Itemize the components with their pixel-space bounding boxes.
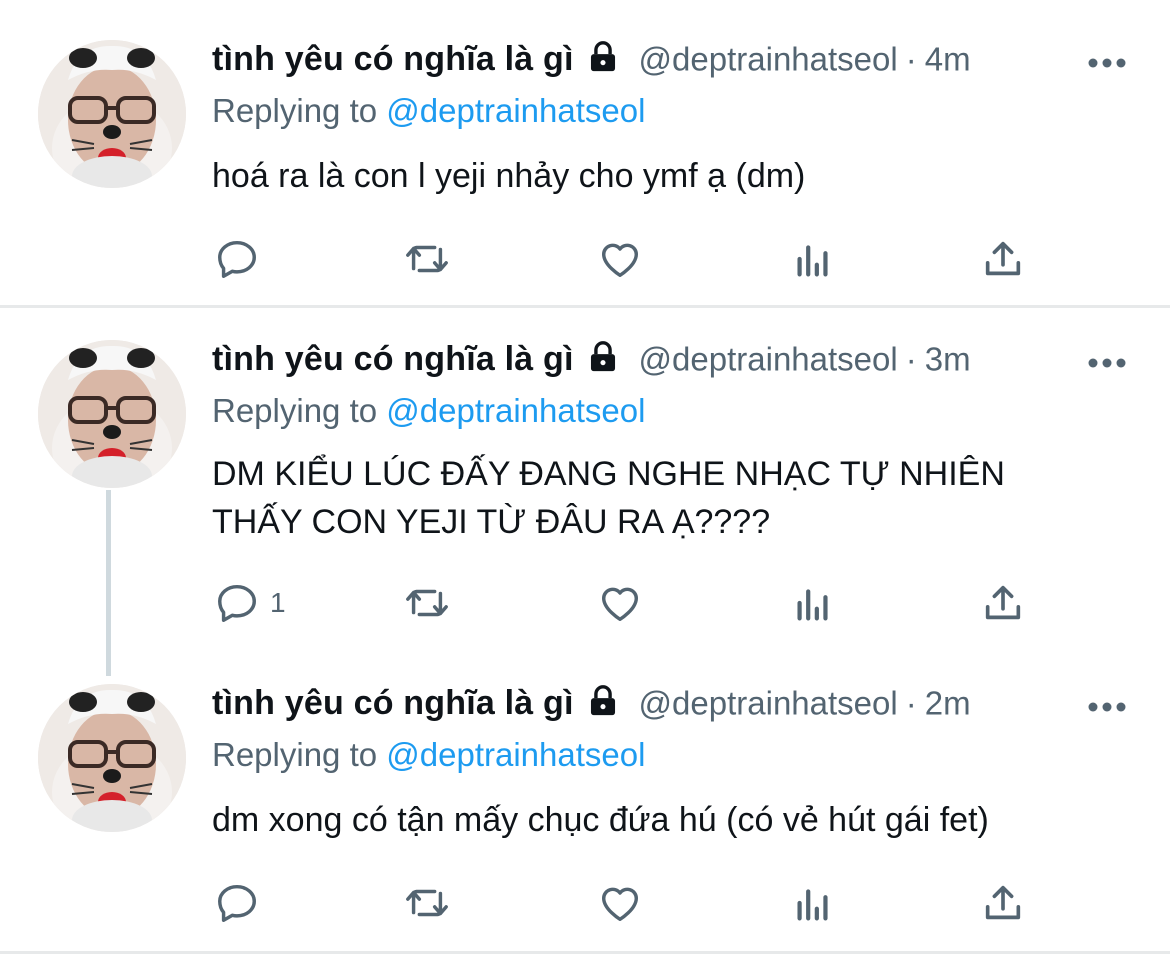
tweet-header: tình yêu có nghĩa là gì @deptrainhatseol… <box>212 40 971 84</box>
tweet-text-line: THẤY CON YEJI TỪ ĐÂU RA Ạ???? <box>212 503 771 541</box>
replying-to-link[interactable]: @deptrainhatseol <box>386 736 645 773</box>
analytics-icon <box>797 245 828 277</box>
retweet-button[interactable] <box>404 234 450 284</box>
separator: · <box>905 684 917 722</box>
replying-prefix: Replying to <box>212 392 378 429</box>
timestamp[interactable]: 3m <box>925 341 971 378</box>
tweet-1[interactable]: tình yêu có nghĩa là gì @deptrainhatseol… <box>0 0 1170 306</box>
separator: · <box>905 340 917 378</box>
share-button[interactable] <box>980 234 1026 284</box>
more-icon[interactable] <box>1087 700 1127 714</box>
separator: · <box>905 40 917 78</box>
share-icon <box>985 585 1021 620</box>
tweet-text: dm xong có tận mấy chục đứa hú (có vẻ hú… <box>212 801 989 839</box>
timestamp[interactable]: 2m <box>925 685 971 722</box>
retweet-button[interactable] <box>404 878 450 928</box>
replying-to: Replying to @deptrainhatseol <box>212 392 645 430</box>
tweet-text: DM KIỂU LÚC ĐẤY ĐANG NGHE NHẠC TỰ NHIÊN … <box>212 450 1112 546</box>
tweet-actions: 1 <box>0 578 1170 628</box>
tweet-divider <box>0 951 1170 954</box>
tweet-text: hoá ra là con l yeji nhảy cho ymf ạ (dm) <box>212 157 806 195</box>
share-icon <box>985 885 1021 920</box>
tweet-text-line: DM KIỂU LÚC ĐẤY ĐANG NGHE NHẠC TỰ NHIÊN <box>212 455 1005 493</box>
retweet-icon <box>406 245 448 273</box>
retweet-icon <box>406 889 448 917</box>
handle[interactable]: @deptrainhatseol <box>639 685 898 722</box>
timestamp[interactable]: 4m <box>925 41 971 78</box>
more-icon[interactable] <box>1087 356 1127 370</box>
share-icon <box>985 241 1021 276</box>
like-button[interactable] <box>597 578 643 628</box>
reply-icon <box>218 884 256 922</box>
replying-to: Replying to @deptrainhatseol <box>212 736 645 774</box>
reply-button[interactable] <box>214 234 270 284</box>
like-button[interactable] <box>597 234 643 284</box>
display-name[interactable]: tình yêu có nghĩa là gì <box>212 684 574 722</box>
replying-to-link[interactable]: @deptrainhatseol <box>386 392 645 429</box>
tweet-3[interactable]: tình yêu có nghĩa là gì @deptrainhatseol… <box>0 668 1170 952</box>
share-button[interactable] <box>980 878 1026 928</box>
retweet-icon <box>406 589 448 617</box>
tweet-actions <box>0 878 1170 928</box>
replying-to-link[interactable]: @deptrainhatseol <box>386 92 645 129</box>
analytics-icon <box>797 889 828 921</box>
like-icon <box>601 887 639 922</box>
share-button[interactable] <box>980 578 1026 628</box>
replying-prefix: Replying to <box>212 736 378 773</box>
like-button[interactable] <box>597 878 643 928</box>
avatar[interactable] <box>38 40 186 188</box>
replying-to: Replying to @deptrainhatseol <box>212 92 645 130</box>
lock-icon <box>586 684 620 723</box>
lock-icon <box>586 40 620 79</box>
analytics-button[interactable] <box>790 578 836 628</box>
analytics-button[interactable] <box>790 878 836 928</box>
tweet-actions <box>0 234 1170 284</box>
display-name[interactable]: tình yêu có nghĩa là gì <box>212 340 574 378</box>
reply-icon <box>218 584 256 622</box>
handle[interactable]: @deptrainhatseol <box>639 341 898 378</box>
tweet-header: tình yêu có nghĩa là gì @deptrainhatseol… <box>212 340 971 384</box>
analytics-button[interactable] <box>790 234 836 284</box>
avatar[interactable] <box>38 684 186 832</box>
lock-icon <box>586 340 620 379</box>
analytics-icon <box>797 589 828 621</box>
tweet-header: tình yêu có nghĩa là gì @deptrainhatseol… <box>212 684 971 728</box>
reply-count: 1 <box>270 587 286 618</box>
retweet-button[interactable] <box>404 578 450 628</box>
reply-button[interactable] <box>214 878 270 928</box>
display-name[interactable]: tình yêu có nghĩa là gì <box>212 40 574 78</box>
like-icon <box>601 243 639 278</box>
replying-prefix: Replying to <box>212 92 378 129</box>
tweet-2[interactable]: tình yêu có nghĩa là gì @deptrainhatseol… <box>0 308 1170 668</box>
like-icon <box>601 587 639 622</box>
reply-icon <box>218 240 256 278</box>
more-icon[interactable] <box>1087 56 1127 70</box>
handle[interactable]: @deptrainhatseol <box>639 41 898 78</box>
reply-button[interactable]: 1 <box>214 578 286 628</box>
avatar[interactable] <box>38 340 186 488</box>
